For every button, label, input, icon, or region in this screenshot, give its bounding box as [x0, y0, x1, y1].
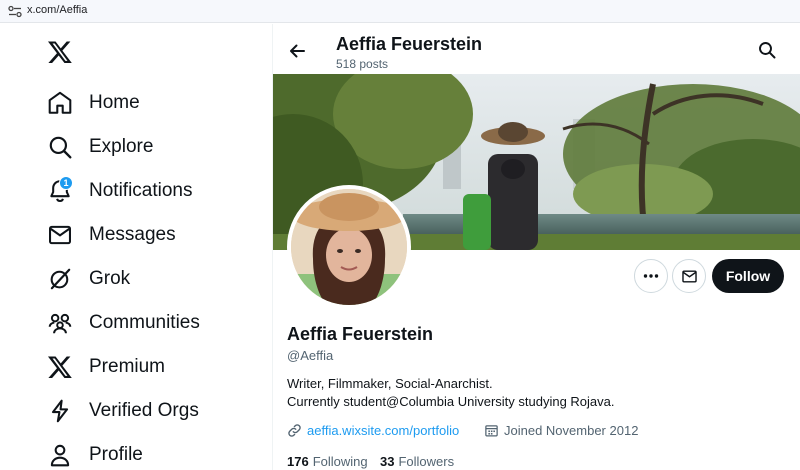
profile-avatar[interactable]: [287, 185, 411, 309]
nav-profile-label: Profile: [89, 444, 143, 465]
notification-badge: 1: [59, 176, 73, 190]
calendar-icon: [485, 424, 498, 436]
followers-link[interactable]: 33 Followers: [380, 452, 454, 470]
person-icon: [47, 442, 73, 468]
nav-explore[interactable]: Explore: [47, 132, 153, 162]
url-text[interactable]: x.com/Aeffia: [27, 4, 87, 16]
follow-button[interactable]: Follow: [712, 259, 784, 293]
nav-explore-label: Explore: [89, 136, 154, 157]
more-dots-icon: [643, 274, 659, 278]
browser-address-bar[interactable]: x.com/Aeffia: [0, 0, 800, 23]
back-arrow-icon[interactable]: [287, 41, 307, 61]
nav-profile[interactable]: Profile: [47, 440, 143, 470]
nav-communities-label: Communities: [89, 312, 200, 333]
nav-premium-label: Premium: [89, 356, 166, 377]
followers-count: 33: [380, 453, 395, 469]
left-sidebar: Home Explore 1 Notifications Messages Gr…: [0, 24, 272, 470]
followers-label: Followers: [398, 453, 455, 469]
profile-main: Aeffia Feuerstein 518 posts Follow Aeffi…: [273, 24, 800, 470]
lightning-icon: [47, 398, 73, 424]
people-icon: [47, 310, 73, 336]
search-icon: [47, 134, 73, 160]
header-post-count: 518 posts: [336, 57, 389, 71]
profile-bio-line-2: Currently student@Columbia University st…: [287, 394, 615, 409]
header-name: Aeffia Feuerstein: [336, 34, 483, 54]
link-icon: [288, 423, 301, 437]
bell-icon: 1: [47, 176, 73, 204]
home-icon: [47, 90, 73, 116]
profile-name: Aeffia Feuerstein: [287, 324, 434, 344]
nav-home[interactable]: Home: [47, 88, 140, 118]
nav-notifications-label: Notifications: [89, 180, 193, 201]
website-link[interactable]: aeffia.wixsite.com/portfolio: [307, 423, 459, 438]
nav-messages-label: Messages: [89, 224, 176, 245]
envelope-icon: [47, 222, 73, 248]
profile-handle: @Aeffia: [287, 348, 334, 363]
nav-premium[interactable]: Premium: [47, 352, 165, 382]
x-logo-icon: [47, 354, 73, 380]
avatar-photo: [291, 189, 407, 305]
grok-icon: [47, 266, 73, 292]
nav-verified-orgs[interactable]: Verified Orgs: [47, 396, 199, 426]
profile-joined: Joined November 2012: [484, 421, 638, 439]
following-count: 176: [287, 453, 309, 469]
nav-verified-orgs-label: Verified Orgs: [89, 400, 199, 421]
nav-notifications[interactable]: 1 Notifications: [47, 176, 193, 206]
following-label: Following: [312, 453, 368, 469]
x-logo-icon[interactable]: [47, 39, 73, 65]
nav-communities[interactable]: Communities: [47, 308, 200, 338]
site-settings-icon[interactable]: [8, 5, 22, 18]
envelope-icon: [681, 269, 697, 283]
more-options-button[interactable]: [634, 259, 668, 293]
following-link[interactable]: 176 Following: [287, 452, 368, 470]
joined-date: Joined November 2012: [504, 422, 639, 438]
nav-home-label: Home: [89, 92, 140, 113]
profile-website[interactable]: aeffia.wixsite.com/portfolio: [287, 421, 459, 439]
search-icon[interactable]: [758, 41, 776, 59]
nav-messages[interactable]: Messages: [47, 220, 176, 250]
nav-grok[interactable]: Grok: [47, 264, 130, 294]
profile-bio-line-1: Writer, Filmmaker, Social-Anarchist.: [287, 376, 493, 391]
nav-grok-label: Grok: [89, 268, 131, 289]
message-button[interactable]: [672, 259, 706, 293]
